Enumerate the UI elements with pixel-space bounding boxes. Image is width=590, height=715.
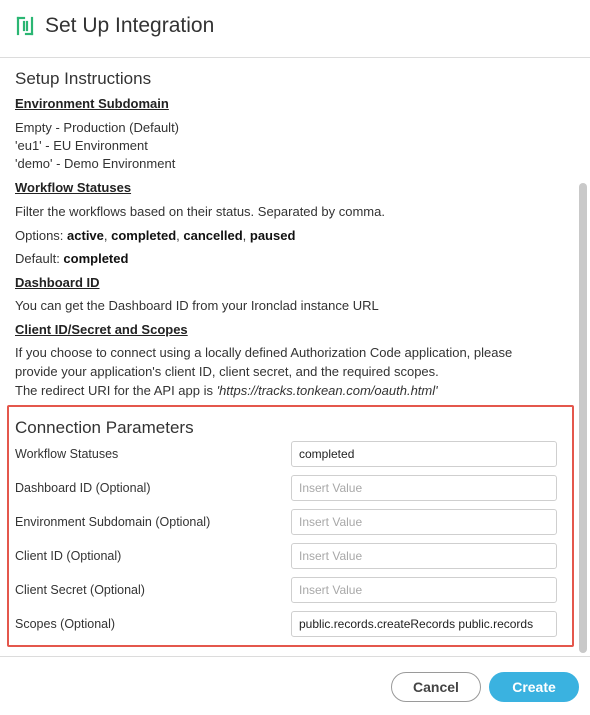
- client-id-label: Client ID (Optional): [15, 549, 122, 563]
- workflow-statuses-label: Workflow Statuses: [15, 447, 119, 461]
- client-desc-line: provide your application's client ID, cl…: [15, 364, 439, 379]
- dialog-title: Set Up Integration: [45, 14, 215, 37]
- env-subdomain-label: Environment Subdomain (Optional): [15, 515, 211, 529]
- workflow-default-line: Default: completed: [15, 251, 128, 266]
- cancel-button[interactable]: Cancel: [391, 672, 481, 702]
- client-heading: Client ID/Secret and Scopes: [15, 322, 188, 337]
- workflow-statuses-heading: Workflow Statuses: [15, 180, 132, 195]
- dialog-body: Setup Instructions Environment Subdomain…: [0, 59, 590, 656]
- dashboard-id-desc: You can get the Dashboard ID from your I…: [15, 298, 379, 313]
- option-completed: completed: [111, 228, 177, 243]
- workflow-statuses-desc: Filter the workflows based on their stat…: [15, 204, 385, 219]
- client-id-input[interactable]: [291, 543, 557, 569]
- scopes-input[interactable]: [291, 611, 557, 637]
- client-secret-input[interactable]: [291, 577, 557, 603]
- client-desc-line: If you choose to connect using a locally…: [15, 345, 513, 360]
- dialog-header: Set Up Integration: [0, 0, 590, 58]
- default-prefix: Default:: [15, 251, 64, 266]
- env-line: 'demo' - Demo Environment: [15, 156, 176, 171]
- env-subdomain-heading: Environment Subdomain: [15, 96, 169, 111]
- connection-parameters-title: Connection Parameters: [15, 418, 194, 437]
- client-secret-label: Client Secret (Optional): [15, 583, 145, 597]
- dashboard-id-heading: Dashboard ID: [15, 275, 100, 290]
- redirect-uri: 'https://tracks.tonkean.com/oauth.html': [216, 383, 438, 398]
- env-line: Empty - Production (Default): [15, 120, 180, 135]
- env-line: 'eu1' - EU Environment: [15, 138, 148, 153]
- workflow-statuses-input[interactable]: [291, 441, 557, 467]
- redirect-prefix: The redirect URI for the API app is: [15, 383, 217, 398]
- redirect-uri-line: The redirect URI for the API app is 'htt…: [15, 383, 438, 398]
- setup-instructions-title: Setup Instructions: [15, 69, 152, 88]
- workflow-options-line: Options: active, completed, cancelled, p…: [15, 228, 296, 243]
- option-paused: paused: [249, 228, 296, 243]
- tonkean-logo-icon: [16, 16, 34, 36]
- env-subdomain-input[interactable]: [291, 509, 557, 535]
- create-button[interactable]: Create: [489, 672, 579, 702]
- dialog-footer: Cancel Create: [0, 656, 590, 715]
- default-value: completed: [63, 251, 129, 266]
- dashboard-id-label: Dashboard ID (Optional): [15, 481, 151, 495]
- option-cancelled: cancelled: [183, 228, 243, 243]
- options-prefix: Options:: [15, 228, 68, 243]
- scopes-label: Scopes (Optional): [15, 617, 116, 631]
- option-active: active: [67, 228, 104, 243]
- dashboard-id-input[interactable]: [291, 475, 557, 501]
- scrollbar-thumb[interactable]: [579, 183, 587, 653]
